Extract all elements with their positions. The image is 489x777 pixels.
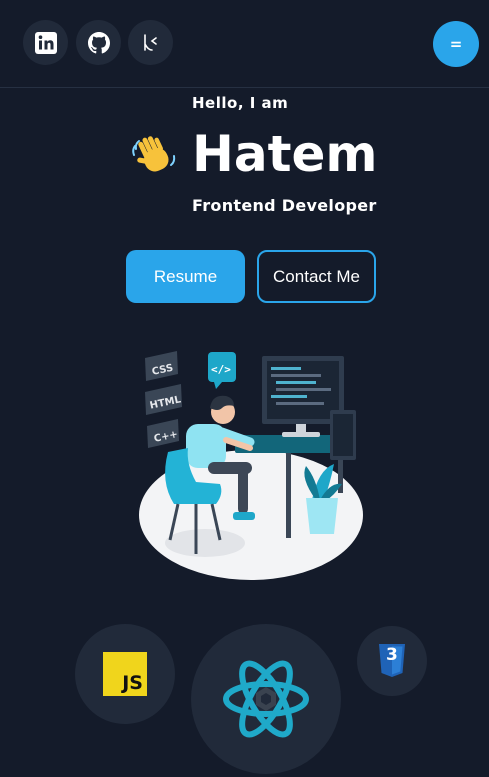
kaggle-link[interactable] <box>128 20 173 65</box>
github-link[interactable] <box>76 20 121 65</box>
linkedin-icon <box>34 31 57 54</box>
css3-tech-circle: 3 <box>357 626 427 696</box>
hero-name: Hatem <box>192 125 378 183</box>
menu-icon: = <box>449 35 463 53</box>
javascript-tech-circle: JS <box>75 624 175 724</box>
menu-button[interactable]: = <box>433 21 479 67</box>
linkedin-link[interactable] <box>23 20 68 65</box>
contact-button[interactable]: Contact Me <box>257 250 376 303</box>
code-bubble: </> <box>208 352 236 389</box>
greeting-text: Hello, I am <box>192 94 289 112</box>
hero-role: Frontend Developer <box>192 196 377 215</box>
kaggle-icon <box>143 33 157 51</box>
react-icon <box>223 660 309 738</box>
cpp-tag: C++ <box>147 419 179 448</box>
html-tag: HTML <box>145 384 183 415</box>
waving-hand-icon <box>132 136 176 172</box>
javascript-icon: JS <box>103 652 147 696</box>
svg-text:</>: </> <box>211 363 231 376</box>
react-tech-circle <box>191 624 341 774</box>
developer-illustration: CSS HTML C++ </> <box>139 351 363 580</box>
header-bar: = <box>0 0 489 88</box>
github-icon <box>87 31 110 53</box>
resume-button[interactable]: Resume <box>126 250 245 303</box>
css-tag: CSS <box>145 351 178 381</box>
